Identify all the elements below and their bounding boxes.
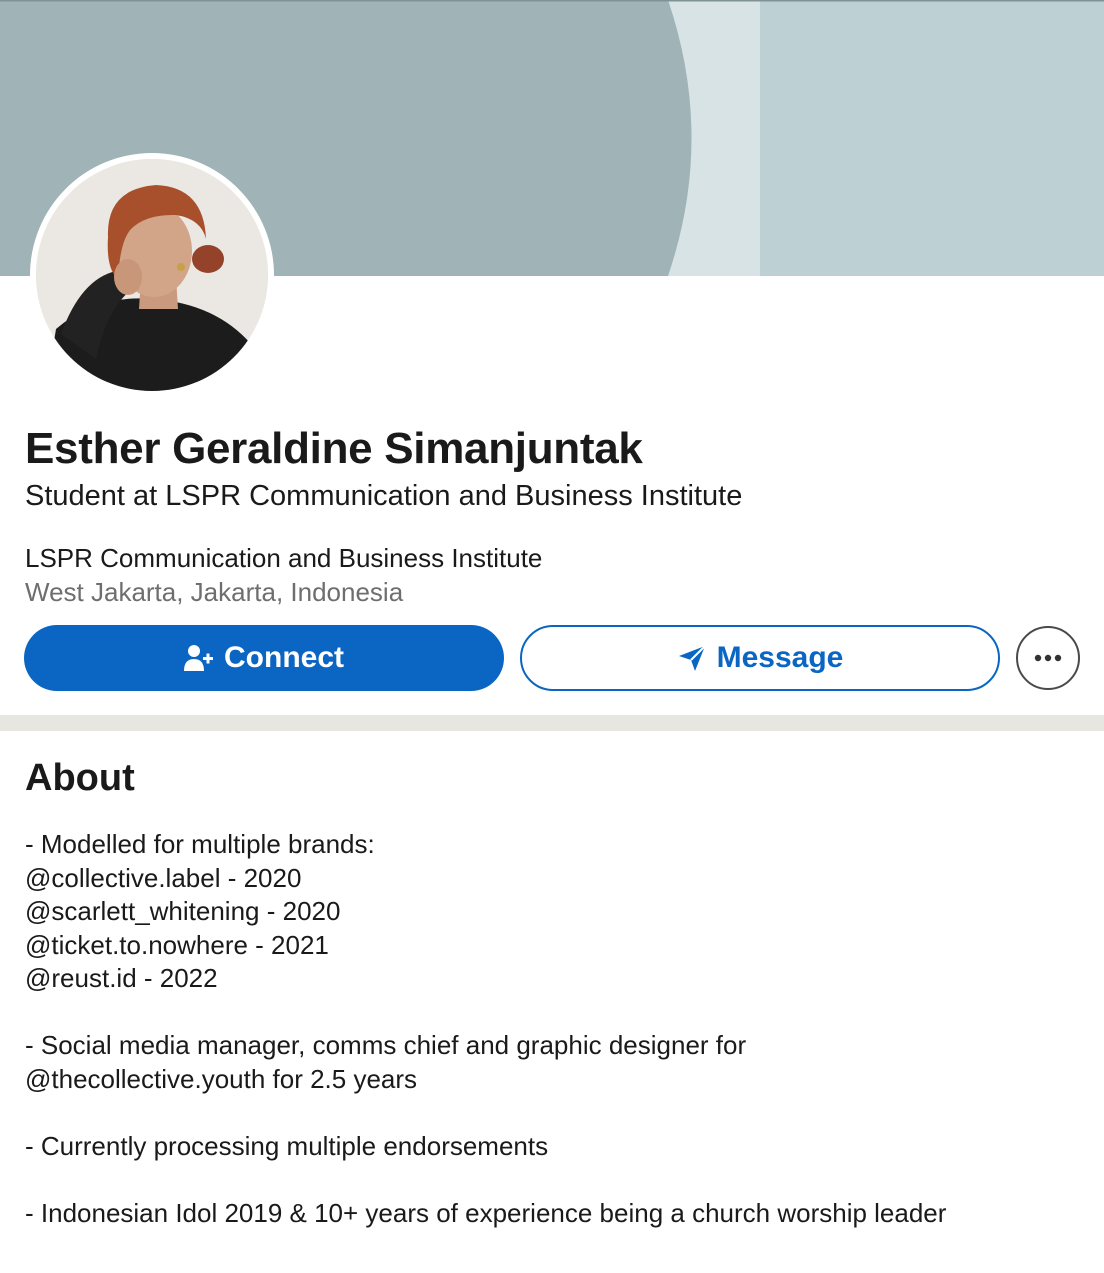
profile-location: West Jakarta, Jakarta, Indonesia xyxy=(25,577,404,607)
send-icon xyxy=(677,644,707,672)
message-button-label: Message xyxy=(716,641,844,674)
section-divider xyxy=(0,715,1104,731)
more-options-button[interactable] xyxy=(1016,626,1080,690)
more-horizontal-icon xyxy=(1034,649,1062,667)
profile-avatar[interactable] xyxy=(36,159,268,391)
profile-name: Esther Geraldine Simanjuntak xyxy=(25,424,643,473)
profile-headline: Student at LSPR Communication and Busine… xyxy=(25,480,743,512)
profile-organization[interactable]: LSPR Communication and Business Institut… xyxy=(25,543,542,574)
message-button[interactable]: Message xyxy=(520,625,1000,691)
avatar-photo xyxy=(36,159,268,391)
add-person-icon xyxy=(184,644,214,672)
connect-button[interactable]: Connect xyxy=(24,625,504,691)
connect-button-label: Connect xyxy=(224,641,344,674)
about-text: - Modelled for multiple brands: @collect… xyxy=(25,829,947,1228)
about-heading: About xyxy=(25,757,135,799)
